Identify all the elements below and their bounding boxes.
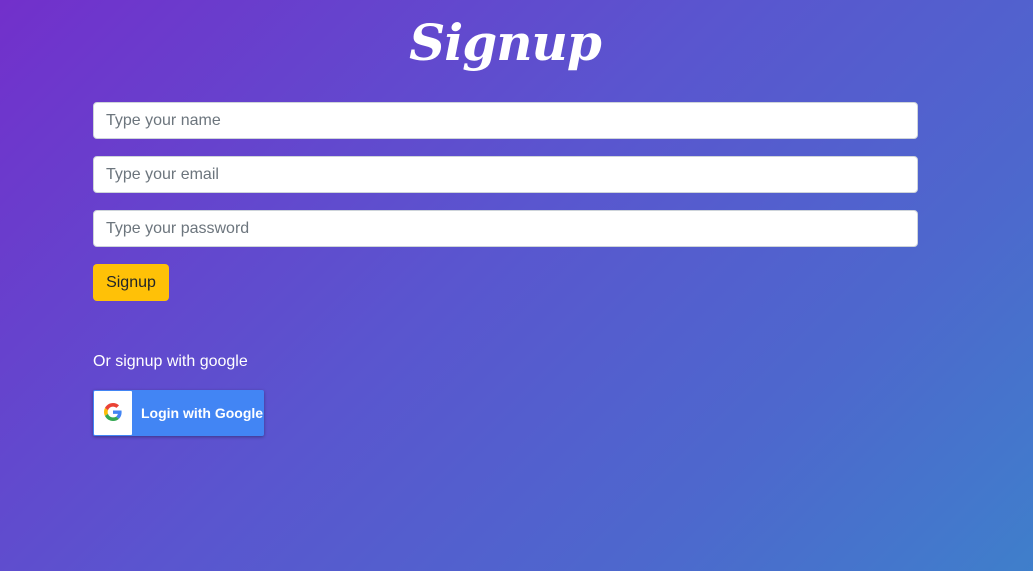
google-login-label: Login with Google xyxy=(141,405,264,421)
signup-button[interactable]: Signup xyxy=(93,264,169,301)
password-input[interactable] xyxy=(93,210,918,247)
google-login-button[interactable]: Login with Google xyxy=(93,390,264,436)
email-input[interactable] xyxy=(93,156,918,193)
google-icon-container xyxy=(94,391,132,435)
alt-signup-text: Or signup with google xyxy=(93,353,248,370)
page-title: Signup xyxy=(409,13,602,72)
name-input[interactable] xyxy=(93,102,918,139)
google-g-icon xyxy=(104,403,122,421)
